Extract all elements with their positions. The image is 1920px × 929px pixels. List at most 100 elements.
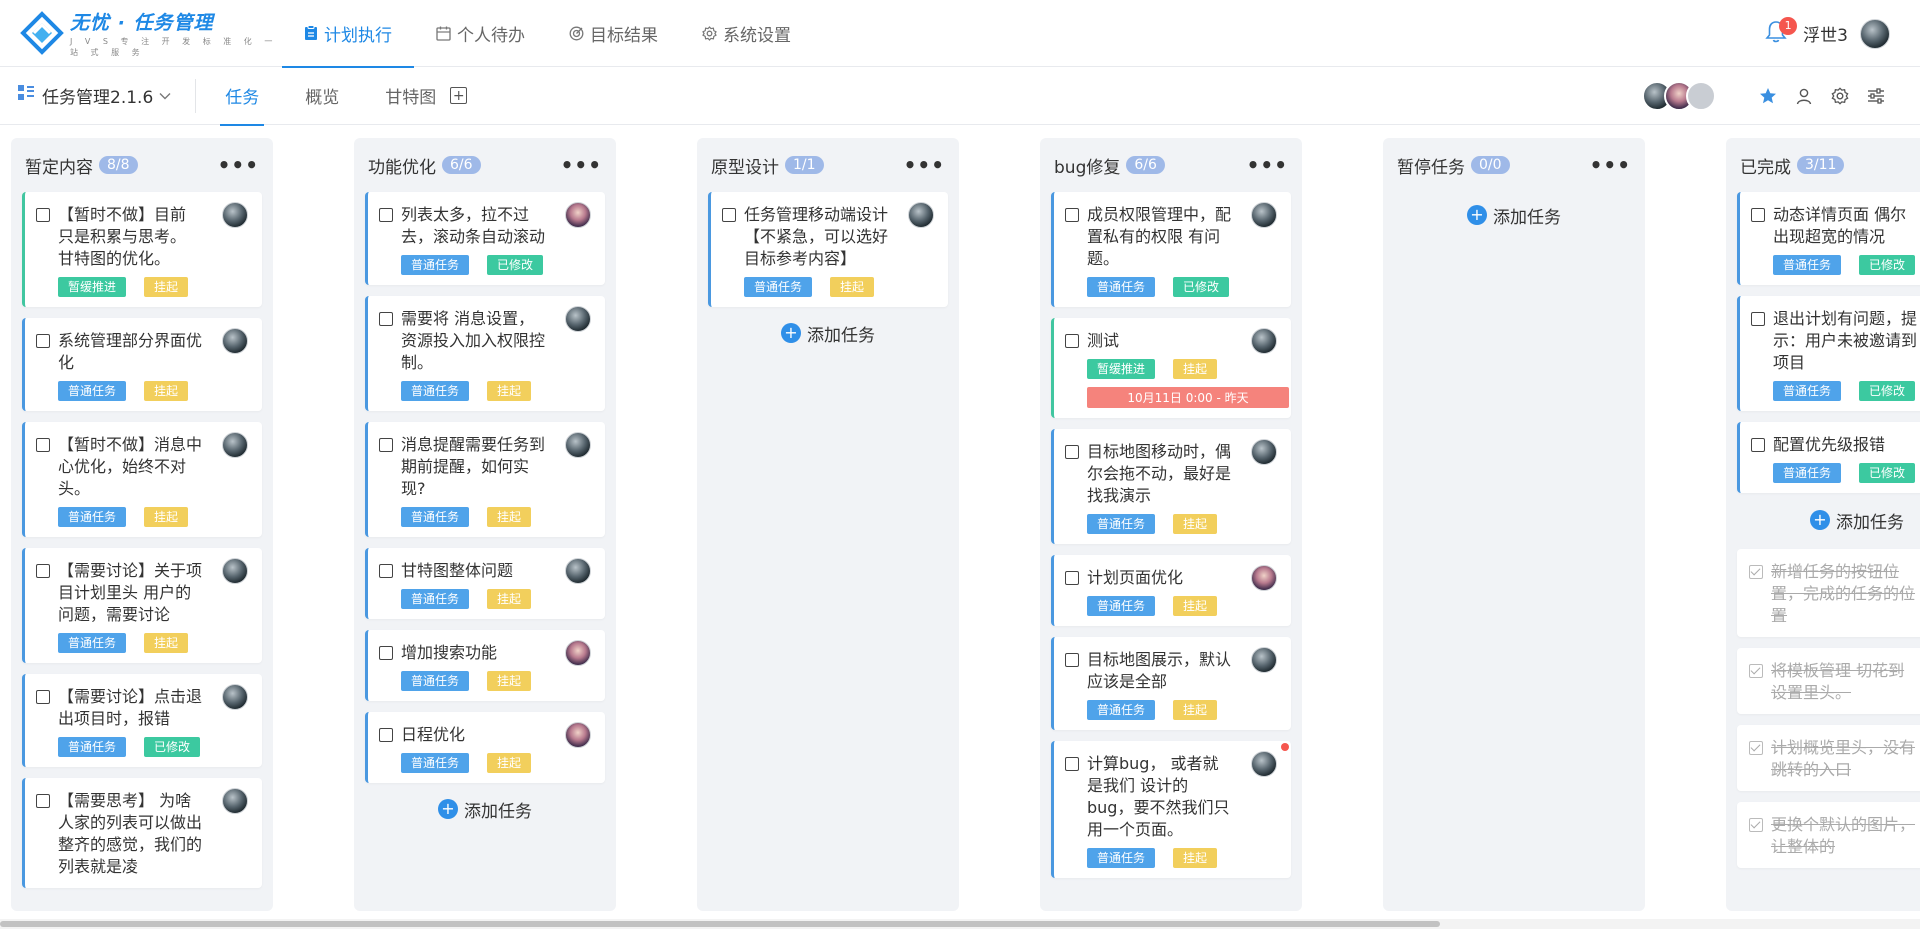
- nav-goal-results[interactable]: 目标结果: [547, 0, 680, 67]
- assignee-avatar[interactable]: [565, 640, 591, 666]
- task-checkbox[interactable]: [36, 690, 50, 704]
- task-card[interactable]: 动态详情页面 偶尔出现超宽的情况 普通任务 已修改: [1737, 192, 1920, 285]
- add-view-icon[interactable]: +: [450, 87, 468, 104]
- task-checkbox[interactable]: [379, 564, 393, 578]
- assignee-avatar[interactable]: [1251, 202, 1277, 228]
- task-checkbox[interactable]: [379, 208, 393, 222]
- notification-bell[interactable]: 1: [1761, 16, 1798, 49]
- task-card[interactable]: 系统管理部分界面优化 普通任务 挂起: [22, 318, 262, 411]
- task-checkbox-checked[interactable]: [1749, 565, 1763, 579]
- assignee-avatar[interactable]: [1251, 647, 1277, 673]
- assignee-avatar[interactable]: [1251, 751, 1277, 777]
- task-card[interactable]: 【需要讨论】点击退出项目时，报错 普通任务 已修改: [22, 674, 262, 767]
- user-avatar[interactable]: [1860, 18, 1890, 49]
- assignee-avatar[interactable]: [222, 432, 248, 458]
- task-card[interactable]: 列表太多，拉不过去，滚动条自动滚动 普通任务 已修改: [365, 192, 605, 285]
- task-checkbox[interactable]: [379, 728, 393, 742]
- task-checkbox-checked[interactable]: [1749, 741, 1763, 755]
- assignee-avatar[interactable]: [565, 722, 591, 748]
- assignee-avatar[interactable]: [222, 684, 248, 710]
- more-options-icon[interactable]: •••: [904, 153, 945, 177]
- add-task-button[interactable]: + 添加任务: [1394, 200, 1634, 230]
- nav-personal-todo[interactable]: 个人待办: [414, 0, 547, 67]
- nav-plan-execution[interactable]: 计划执行: [282, 0, 414, 68]
- add-task-button[interactable]: + 添加任务: [708, 318, 948, 348]
- task-checkbox[interactable]: [1065, 653, 1079, 667]
- task-checkbox[interactable]: [1751, 208, 1765, 222]
- filter-sliders-icon[interactable]: [1866, 86, 1886, 106]
- more-options-icon[interactable]: •••: [1247, 153, 1288, 177]
- task-card[interactable]: 测试 暂缓推进 挂起 10月11日 0:00 - 昨天: [1051, 318, 1291, 418]
- completed-task-card[interactable]: 计划概览里头，没有跳转的入口: [1737, 725, 1920, 791]
- assignee-avatar[interactable]: [1251, 328, 1277, 354]
- task-card[interactable]: 【暂时不做】消息中心优化，始终不对头。 普通任务 挂起: [22, 422, 262, 537]
- completed-task-card[interactable]: 新增任务的按钮位置，完成的任务的位置: [1737, 549, 1920, 637]
- gear-icon[interactable]: [1830, 86, 1850, 106]
- task-card[interactable]: 【暂时不做】目前 只是积累与思考。 甘特图的优化。 暂缓推进 挂起: [22, 192, 262, 307]
- task-card[interactable]: 计划页面优化 普通任务 挂起: [1051, 555, 1291, 626]
- task-card[interactable]: 退出计划有问题，提示：用户未被邀请到项目 普通任务 已修改: [1737, 296, 1920, 411]
- app-logo[interactable]: 无忧 · 任务管理 J V S 专 注 开 发 标 准 化 一 站 式 服 务: [20, 8, 282, 58]
- tab-tasks[interactable]: 任务: [202, 67, 282, 126]
- task-card[interactable]: 计算bug， 或者就是我们 设计的bug，要不然我们只用一个页面。 普通任务 挂起: [1051, 741, 1291, 878]
- task-checkbox[interactable]: [722, 208, 736, 222]
- more-options-icon[interactable]: •••: [1590, 153, 1631, 177]
- task-checkbox[interactable]: [1065, 445, 1079, 459]
- task-checkbox-checked[interactable]: [1749, 818, 1763, 832]
- add-task-button[interactable]: + 添加任务: [365, 794, 605, 824]
- assignee-avatar[interactable]: [1251, 439, 1277, 465]
- task-checkbox[interactable]: [1065, 757, 1079, 771]
- horizontal-scrollbar[interactable]: [0, 919, 1920, 929]
- task-card[interactable]: 成员权限管理中，配置私有的权限 有问题。 普通任务 已修改: [1051, 192, 1291, 307]
- username[interactable]: 浮世3: [1803, 21, 1848, 46]
- assignee-avatar[interactable]: [222, 328, 248, 354]
- assignee-avatar[interactable]: [1251, 565, 1277, 591]
- task-checkbox[interactable]: [379, 312, 393, 326]
- task-checkbox[interactable]: [379, 438, 393, 452]
- nav-system-settings[interactable]: 系统设置: [680, 0, 813, 67]
- assignee-avatar[interactable]: [222, 202, 248, 228]
- project-members[interactable]: [1642, 81, 1716, 111]
- task-checkbox[interactable]: [1065, 208, 1079, 222]
- task-card[interactable]: 任务管理移动端设计【不紧急，可以选好 目标参考内容】 普通任务 挂起: [708, 192, 948, 307]
- assignee-avatar[interactable]: [222, 788, 248, 814]
- task-card[interactable]: 需要将 消息设置，资源投入加入权限控制。 普通任务 挂起: [365, 296, 605, 411]
- task-checkbox[interactable]: [1751, 438, 1765, 452]
- assignee-avatar[interactable]: [565, 432, 591, 458]
- task-card[interactable]: 配置优先级报错 普通任务 已修改: [1737, 422, 1920, 493]
- assignee-avatar[interactable]: [565, 306, 591, 332]
- project-selector[interactable]: 任务管理2.1.6: [18, 78, 197, 113]
- task-card[interactable]: 【需要思考】 为啥人家的列表可以做出整齐的感觉，我们的列表就是凌: [22, 778, 262, 888]
- task-card[interactable]: 目标地图展示，默认应该是全部 普通任务 挂起: [1051, 637, 1291, 730]
- more-options-icon[interactable]: •••: [218, 153, 259, 177]
- task-checkbox[interactable]: [1065, 334, 1079, 348]
- assignee-avatar[interactable]: [222, 558, 248, 584]
- task-card[interactable]: 目标地图移动时，偶尔会拖不动，最好是找我演示 普通任务 挂起: [1051, 429, 1291, 544]
- task-checkbox[interactable]: [1065, 571, 1079, 585]
- task-card[interactable]: 消息提醒需要任务到期前提醒，如何实现? 普通任务 挂起: [365, 422, 605, 537]
- assignee-avatar[interactable]: [565, 558, 591, 584]
- task-checkbox[interactable]: [36, 208, 50, 222]
- scrollbar-thumb[interactable]: [0, 921, 1440, 927]
- task-checkbox-checked[interactable]: [1749, 664, 1763, 678]
- task-checkbox[interactable]: [36, 334, 50, 348]
- task-checkbox[interactable]: [36, 794, 50, 808]
- completed-task-card[interactable]: 将模板管理 切花到设置里头。: [1737, 648, 1920, 714]
- task-card[interactable]: 甘特图整体问题 普通任务 挂起: [365, 548, 605, 619]
- assignee-avatar[interactable]: [565, 202, 591, 228]
- task-card[interactable]: 【需要讨论】关于项目计划里头 用户的问题，需要讨论 普通任务 挂起: [22, 548, 262, 663]
- assignee-avatar[interactable]: [908, 202, 934, 228]
- task-checkbox[interactable]: [1751, 312, 1765, 326]
- add-task-button[interactable]: + 添加任务: [1737, 505, 1920, 535]
- star-icon[interactable]: [1758, 86, 1778, 106]
- task-card[interactable]: 增加搜索功能 普通任务 挂起: [365, 630, 605, 701]
- member-icon[interactable]: [1794, 86, 1814, 106]
- task-checkbox[interactable]: [36, 564, 50, 578]
- task-checkbox[interactable]: [36, 438, 50, 452]
- more-options-icon[interactable]: •••: [561, 153, 602, 177]
- task-card[interactable]: 日程优化 普通任务 挂起: [365, 712, 605, 783]
- tab-overview[interactable]: 概览: [282, 67, 362, 125]
- completed-task-card[interactable]: 更换个默认的图片，让整体的: [1737, 802, 1920, 868]
- task-checkbox[interactable]: [379, 646, 393, 660]
- tab-gantt[interactable]: 甘特图: [362, 67, 446, 125]
